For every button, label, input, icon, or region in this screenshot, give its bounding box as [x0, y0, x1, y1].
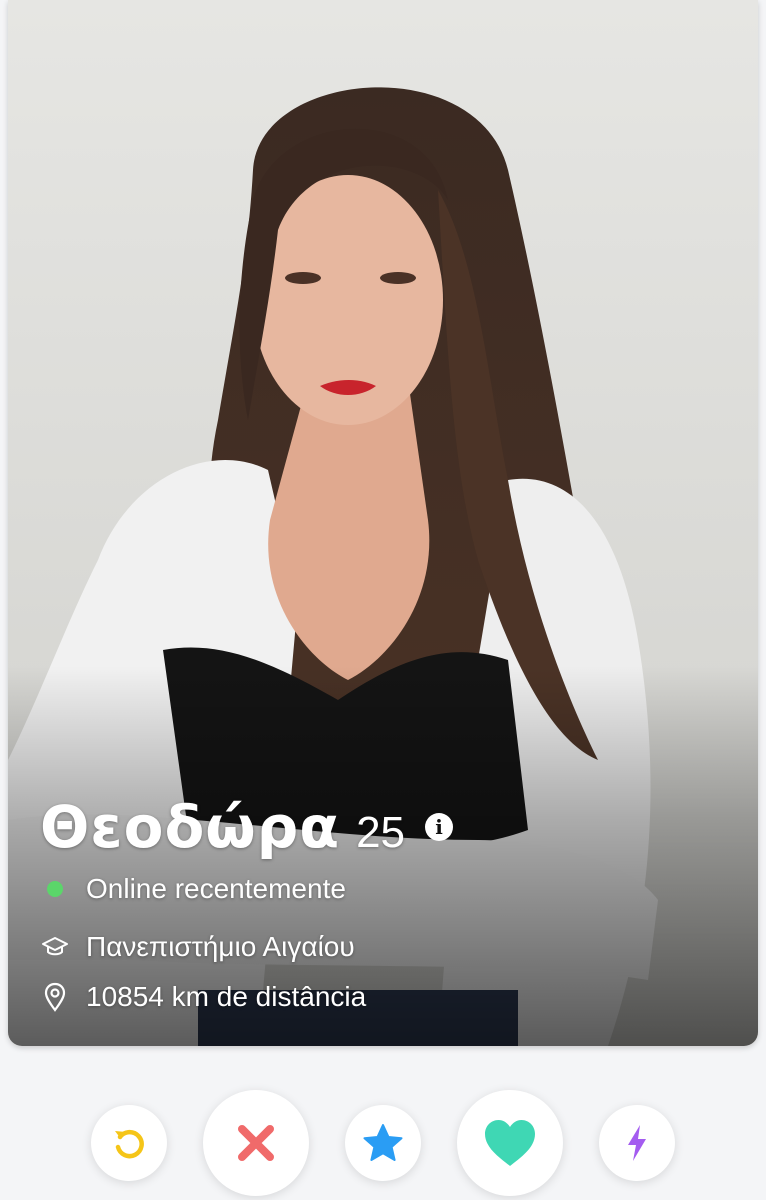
- profile-card[interactable]: Θεοδώρα 25 i Online recentemente Πανεπισ…: [8, 0, 758, 1046]
- graduation-cap-icon: [40, 932, 70, 962]
- action-bar: [0, 1086, 766, 1200]
- school-row: Πανεπιστήμιο Αιγαίου: [40, 932, 726, 962]
- info-icon[interactable]: i: [425, 813, 454, 841]
- star-icon: [363, 1124, 403, 1161]
- lightning-icon: [628, 1125, 646, 1161]
- x-icon: [238, 1125, 274, 1161]
- profile-screen: Θεοδώρα 25 i Online recentemente Πανεπισ…: [0, 0, 766, 1200]
- profile-age: 25: [356, 808, 406, 857]
- nope-button[interactable]: [203, 1090, 309, 1196]
- online-dot-icon: [40, 874, 70, 904]
- rewind-icon: [115, 1129, 144, 1159]
- school-text: Πανεπιστήμιο Αιγαίου: [86, 931, 355, 962]
- online-status-text: Online recentemente: [86, 873, 346, 904]
- distance-text: 10854 km de distância: [86, 981, 367, 1012]
- name-row: Θεοδώρα 25 i: [40, 798, 726, 856]
- online-status-row: Online recentemente: [40, 874, 726, 904]
- rewind-button[interactable]: [91, 1105, 167, 1181]
- location-pin-icon: [40, 982, 70, 1012]
- like-button[interactable]: [457, 1090, 563, 1196]
- profile-info: Θεοδώρα 25 i Online recentemente Πανεπισ…: [40, 798, 726, 1012]
- distance-row: 10854 km de distância: [40, 982, 726, 1012]
- heart-icon: [485, 1120, 535, 1166]
- super-like-button[interactable]: [345, 1105, 421, 1181]
- boost-button[interactable]: [599, 1105, 675, 1181]
- profile-name: Θεοδώρα: [40, 793, 341, 861]
